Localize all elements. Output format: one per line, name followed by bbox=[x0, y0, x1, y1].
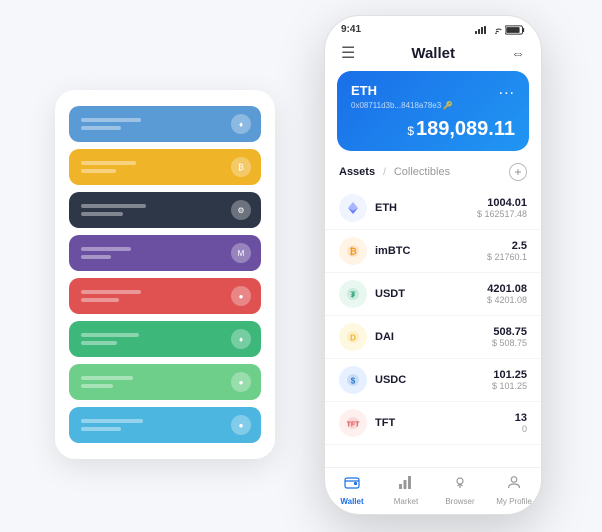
card-item[interactable]: ♦ bbox=[69, 106, 261, 142]
eth-card-header: ETH ... bbox=[351, 81, 515, 99]
svg-text:TFT: TFT bbox=[347, 422, 360, 429]
eth-amount: 1004.01 bbox=[477, 197, 527, 209]
card-icon: ● bbox=[231, 372, 251, 392]
nav-title: Wallet bbox=[411, 45, 455, 62]
svg-text:D: D bbox=[350, 334, 356, 343]
scan-icon[interactable]: ⇔ bbox=[511, 45, 525, 61]
imbtc-amount: 2.5 bbox=[487, 240, 527, 252]
usdt-values: 4201.08 $ 4201.08 bbox=[487, 283, 527, 305]
add-asset-button[interactable]: + bbox=[509, 163, 527, 181]
battery-icon bbox=[505, 25, 525, 35]
eth-card[interactable]: ETH ... 0x08711d3b...8418a78e3 🔑 $189,08… bbox=[337, 71, 529, 151]
eth-values: 1004.01 $ 162517.48 bbox=[477, 197, 527, 219]
imbtc-usd: $ 21760.1 bbox=[487, 252, 527, 262]
eth-address: 0x08711d3b...8418a78e3 🔑 bbox=[351, 101, 515, 110]
list-item[interactable]: ETH 1004.01 $ 162517.48 bbox=[325, 187, 541, 230]
tab-divider: / bbox=[383, 167, 386, 178]
market-nav-label: Market bbox=[394, 497, 418, 506]
eth-balance-value: 189,089.11 bbox=[416, 118, 515, 140]
card-item[interactable]: M bbox=[69, 235, 261, 271]
card-icon: ♦ bbox=[231, 329, 251, 349]
card-item[interactable]: ● bbox=[69, 364, 261, 400]
card-icon: ₿ bbox=[231, 157, 251, 177]
card-icon: ● bbox=[231, 286, 251, 306]
tab-collectibles[interactable]: Collectibles bbox=[394, 166, 450, 178]
top-nav: ☰ Wallet ⇔ bbox=[325, 39, 541, 71]
usdc-token-name: USDC bbox=[375, 374, 492, 386]
usdc-usd: $ 101.25 bbox=[492, 381, 527, 391]
card-icon: ⚙ bbox=[231, 200, 251, 220]
card-icon: ♦ bbox=[231, 114, 251, 134]
tab-assets[interactable]: Assets bbox=[339, 166, 375, 178]
usdc-amount: 101.25 bbox=[492, 369, 527, 381]
card-item[interactable]: ♦ bbox=[69, 321, 261, 357]
dai-token-icon: D bbox=[339, 323, 367, 351]
card-item[interactable]: ⚙ bbox=[69, 192, 261, 228]
eth-label: ETH bbox=[351, 83, 377, 98]
dai-token-name: DAI bbox=[375, 331, 492, 343]
card-stack: ♦ ₿ ⚙ M ● ♦ bbox=[55, 90, 275, 459]
list-item[interactable]: ₮ USDT 4201.08 $ 4201.08 bbox=[325, 273, 541, 316]
svg-text:$: $ bbox=[351, 377, 356, 386]
usdt-token-icon: ₮ bbox=[339, 280, 367, 308]
usdt-amount: 4201.08 bbox=[487, 283, 527, 295]
list-item[interactable]: ₿ imBTC 2.5 $ 21760.1 bbox=[325, 230, 541, 273]
tft-amount: 13 bbox=[515, 412, 527, 424]
svg-text:₿: ₿ bbox=[349, 247, 356, 257]
status-bar: 9:41 bbox=[325, 16, 541, 39]
usdt-usd: $ 4201.08 bbox=[487, 295, 527, 305]
eth-balance: $189,089.11 bbox=[351, 118, 515, 141]
dai-usd: $ 508.75 bbox=[492, 338, 527, 348]
wifi-icon bbox=[490, 26, 502, 34]
tft-values: 13 0 bbox=[515, 412, 527, 434]
signal-icon bbox=[475, 26, 487, 34]
usdt-token-name: USDT bbox=[375, 288, 487, 300]
assets-header: Assets / Collectibles + bbox=[325, 159, 541, 187]
browser-nav-icon bbox=[452, 474, 468, 495]
usdc-token-icon: $ bbox=[339, 366, 367, 394]
eth-token-icon bbox=[339, 194, 367, 222]
card-item[interactable]: ● bbox=[69, 407, 261, 443]
card-icon: ● bbox=[231, 415, 251, 435]
market-nav-icon bbox=[398, 474, 414, 495]
nav-profile[interactable]: My Profile bbox=[487, 474, 541, 506]
card-item[interactable]: ● bbox=[69, 278, 261, 314]
imbtc-token-name: imBTC bbox=[375, 245, 487, 257]
profile-nav-icon bbox=[506, 474, 522, 495]
menu-icon[interactable]: ☰ bbox=[341, 43, 355, 63]
eth-currency-symbol: $ bbox=[407, 124, 414, 138]
list-item[interactable]: $ USDC 101.25 $ 101.25 bbox=[325, 359, 541, 402]
dai-amount: 508.75 bbox=[492, 326, 527, 338]
imbtc-token-icon: ₿ bbox=[339, 237, 367, 265]
list-item[interactable]: TFT TFT 13 0 bbox=[325, 402, 541, 445]
list-item[interactable]: D DAI 508.75 $ 508.75 bbox=[325, 316, 541, 359]
status-icons bbox=[475, 25, 525, 35]
tft-usd: 0 bbox=[515, 424, 527, 434]
eth-usd: $ 162517.48 bbox=[477, 209, 527, 219]
wallet-nav-icon bbox=[344, 474, 360, 495]
phone-mockup: 9:41 ☰ Wallet ⇔ bbox=[324, 15, 542, 515]
card-item[interactable]: ₿ bbox=[69, 149, 261, 185]
bottom-nav: Wallet Market Browser My Profile bbox=[325, 467, 541, 514]
usdc-values: 101.25 $ 101.25 bbox=[492, 369, 527, 391]
svg-text:₮: ₮ bbox=[351, 291, 356, 300]
status-time: 9:41 bbox=[341, 24, 361, 35]
wallet-nav-label: Wallet bbox=[340, 497, 363, 506]
nav-browser[interactable]: Browser bbox=[433, 474, 487, 506]
card-icon: M bbox=[231, 243, 251, 263]
asset-list: ETH 1004.01 $ 162517.48 ₿ imBTC 2.5 $ 21… bbox=[325, 187, 541, 467]
imbtc-values: 2.5 $ 21760.1 bbox=[487, 240, 527, 262]
nav-market[interactable]: Market bbox=[379, 474, 433, 506]
eth-token-name: ETH bbox=[375, 202, 477, 214]
tft-token-name: TFT bbox=[375, 417, 515, 429]
browser-nav-label: Browser bbox=[445, 497, 474, 506]
profile-nav-label: My Profile bbox=[496, 497, 532, 506]
tft-token-icon: TFT bbox=[339, 409, 367, 437]
assets-tabs: Assets / Collectibles bbox=[339, 166, 450, 178]
dai-values: 508.75 $ 508.75 bbox=[492, 326, 527, 348]
eth-menu-dots[interactable]: ... bbox=[499, 81, 515, 99]
nav-wallet[interactable]: Wallet bbox=[325, 474, 379, 506]
